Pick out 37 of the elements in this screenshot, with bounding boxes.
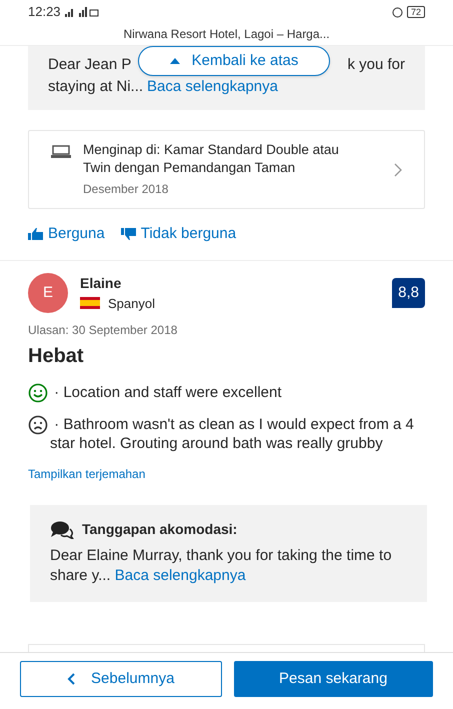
avatar: E — [28, 272, 68, 313]
review-point: · Bathroom wasn't as clean as I would expect from a 4 star hotel. Grouting around bath was really grubby — [50, 415, 415, 453]
read-more-link[interactable]: Baca selengkapnya — [147, 76, 278, 98]
score-badge: 8,8 — [392, 278, 425, 308]
battery-level: 72 — [406, 6, 425, 18]
caret-up-icon — [170, 58, 180, 64]
thumbs-down-icon — [120, 228, 137, 240]
signal-icon — [64, 7, 99, 17]
chat-bubbles-icon — [50, 520, 74, 538]
previous-button[interactable]: Sebelumnya — [20, 661, 222, 697]
response-text: k you for — [347, 55, 405, 75]
read-more-link[interactable]: Baca selengkapnya — [114, 567, 246, 584]
chevron-left-icon — [67, 673, 76, 685]
room-name: Menginap di: Kamar Standard Double atau Twin dengan Pemandangan Taman — [83, 141, 340, 177]
alarm-icon — [392, 6, 403, 18]
clock: 12:23 — [28, 3, 61, 22]
review-date: Ulasan: 30 September 2018 — [28, 322, 178, 339]
response-heading: Tanggapan akomodasi: — [82, 520, 238, 539]
not-helpful-button[interactable]: Tidak berguna — [120, 223, 236, 246]
response-text: Dear Jean P — [48, 55, 132, 75]
stay-date: Desember 2018 — [83, 181, 170, 198]
translate-link[interactable]: Tampilkan terjemahan — [28, 465, 425, 483]
helpful-button[interactable]: Berguna — [28, 223, 105, 246]
reviewer-country: Spanyol — [108, 294, 155, 313]
reviewer-name: Elaine — [80, 274, 122, 292]
back-to-top-button[interactable]: Kembali ke atas — [138, 46, 330, 76]
response-text: Dear Elaine Murray, thank you for taking the time to share y... Baca selengkapnya — [50, 546, 393, 586]
smiley-icon — [28, 383, 48, 403]
book-now-button[interactable]: Pesan sekarang — [234, 661, 433, 697]
thumbs-up-icon — [28, 228, 44, 240]
review-title: Hebat — [28, 344, 85, 369]
review-point: · Location and staff were excellent — [53, 383, 282, 403]
stay-card[interactable]: Menginap di: Kamar Standard Double atau Twin dengan Pemandangan Taman Desember 2018 — [28, 130, 425, 209]
flag-icon — [80, 297, 100, 310]
sad-face-icon — [28, 415, 48, 435]
response-text: staying at Ni... — [48, 77, 144, 97]
chevron-right-icon — [394, 162, 402, 176]
